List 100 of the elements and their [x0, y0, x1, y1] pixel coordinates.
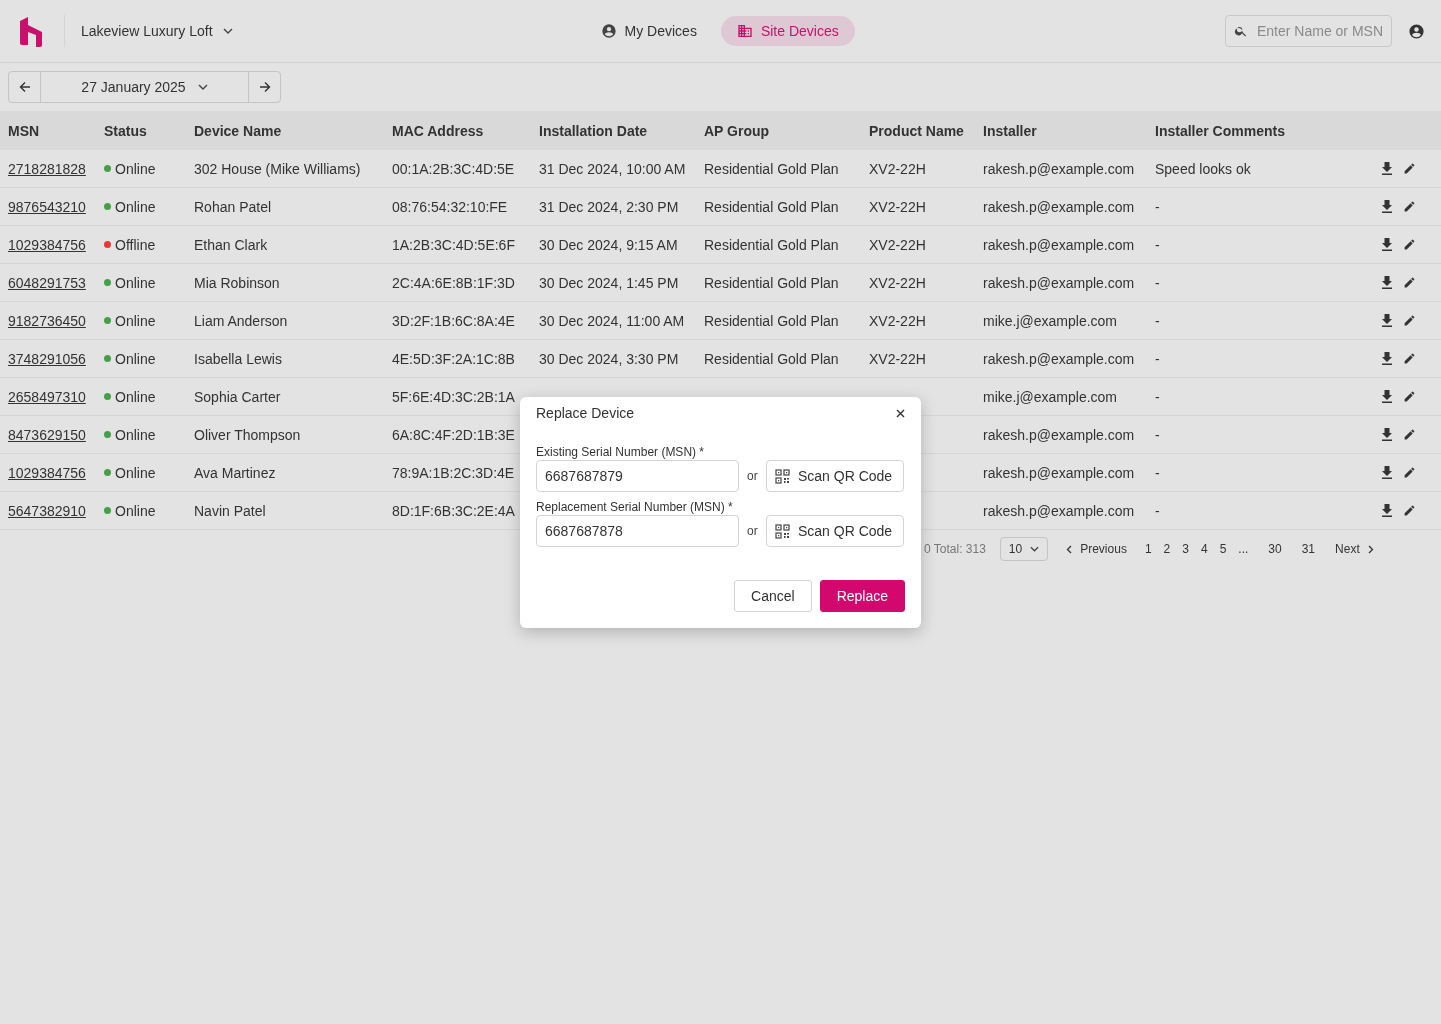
serial-number-field[interactable]: 6687687878	[536, 515, 739, 547]
table-cell-text: XV2-22H	[869, 236, 927, 253]
table-cell-text: -	[1155, 312, 1161, 329]
table-cell-text: Residential Gold Plan	[704, 274, 840, 291]
table-cell-text: -	[1155, 388, 1161, 405]
msn-link[interactable]: 2718281828	[8, 160, 86, 177]
table-cell-text: XV2-22H	[869, 274, 927, 291]
msn-link[interactable]: 3748291056	[8, 350, 86, 367]
table-cell-text: -	[1155, 426, 1161, 443]
table-cell-text: 30 Dec 2024, 11:00 AM	[539, 312, 686, 329]
table-cell-text: 8D:1F:6B:3C:2E:4A	[392, 502, 516, 519]
status-text: Online	[115, 274, 156, 291]
column-header: Status	[104, 122, 148, 139]
status-text: Online	[115, 464, 156, 481]
table-cell-text: Residential Gold Plan	[704, 160, 840, 177]
dialog-title: Replace Device	[536, 405, 635, 421]
scan-qr-button[interactable]: Scan QR Code	[766, 460, 904, 492]
table-cell-text: Navin Patel	[194, 502, 267, 519]
table-cell-text: rakesh.p@example.com	[983, 198, 1136, 215]
column-header: Installation Date	[539, 122, 649, 139]
status-text: Online	[115, 312, 156, 329]
table-cell-text: XV2-22H	[869, 198, 927, 215]
field-label: Replacement Serial Number (MSN) *	[536, 500, 734, 514]
table-cell-text: Liam Anderson	[194, 312, 289, 329]
table-cell-text: 302 House (Mike Williams)	[194, 160, 362, 177]
table-cell-text: -	[1155, 236, 1161, 253]
total-count: 0 Total: 313	[924, 542, 986, 556]
table-cell-text: 30 Dec 2024, 1:45 PM	[539, 274, 680, 291]
column-header: AP Group	[704, 122, 771, 139]
msn-link[interactable]: 1029384756	[8, 236, 86, 253]
table-cell-text: 5F:6E:4D:3C:2B:1A	[392, 388, 516, 405]
page-button[interactable]: 5	[1213, 542, 1233, 556]
field-label: Existing Serial Number (MSN) *	[536, 445, 706, 459]
page-button[interactable]: ...	[1232, 542, 1255, 556]
column-header: Product Name	[869, 122, 965, 139]
table-cell-text: -	[1155, 464, 1161, 481]
msn-link[interactable]: 5647382910	[8, 502, 86, 519]
table-cell-text: 00:1A:2B:3C:4D:5E	[392, 160, 516, 177]
page-button[interactable]: 31	[1295, 542, 1322, 556]
table-cell-text: 31 Dec 2024, 10:00 AM	[539, 160, 687, 177]
table-cell-text: 4E:5D:3F:2A:1C:8B	[392, 350, 516, 367]
table-cell-text: Ava Martinez	[194, 464, 277, 481]
page-button[interactable]: 2	[1157, 542, 1177, 556]
table-cell-text: 2C:4A:6E:8B:1F:3D	[392, 274, 516, 291]
msn-link[interactable]: 8473629150	[8, 426, 86, 443]
replace-button[interactable]: Replace	[819, 580, 905, 612]
search-field[interactable]: Enter Name or MSN	[1225, 15, 1392, 47]
msn-link[interactable]: 2658497310	[8, 388, 86, 405]
msn-link[interactable]: 9876543210	[8, 198, 86, 215]
page-button[interactable]: 30	[1262, 542, 1288, 556]
table-cell-text: XV2-22H	[869, 160, 927, 177]
table-cell-text: Isabella Lewis	[194, 350, 283, 367]
column-header: MSN	[8, 122, 41, 139]
table-cell-text: -	[1155, 502, 1161, 519]
cancel-button[interactable]: Cancel	[734, 580, 812, 612]
table-cell-text: 30 Dec 2024, 9:15 AM	[539, 236, 679, 253]
table-cell-text: Sophia Carter	[194, 388, 282, 405]
table-cell-text: 6A:8C:4F:2D:1B:3E	[392, 426, 516, 443]
page-button[interactable]: 1	[1138, 542, 1158, 556]
site-selector[interactable]: Lakeview Luxury Loft	[81, 23, 233, 39]
table-cell-text: Residential Gold Plan	[704, 312, 840, 329]
table-cell-text: -	[1155, 350, 1161, 367]
table-cell-text: 31 Dec 2024, 2:30 PM	[539, 198, 680, 215]
table-cell-text: 1A:2B:3C:4D:5E:6F	[392, 236, 516, 253]
table-cell-text: Residential Gold Plan	[704, 350, 840, 367]
msn-link[interactable]: 6048291753	[8, 274, 86, 291]
table-cell-text: 30 Dec 2024, 3:30 PM	[539, 350, 680, 367]
status-text: Online	[115, 426, 156, 443]
table-cell-text: mike.j@example.com	[983, 312, 1119, 329]
msn-link[interactable]: 9182736450	[8, 312, 86, 329]
table-cell-text: mike.j@example.com	[983, 388, 1119, 405]
status-text: Online	[115, 160, 156, 177]
table-cell-text: rakesh.p@example.com	[983, 502, 1136, 519]
table-cell-text: rakesh.p@example.com	[983, 160, 1136, 177]
page-button[interactable]: 3	[1176, 542, 1195, 556]
next-button[interactable]: Next	[1335, 542, 1374, 556]
table-cell-text: 78:9A:1B:2C:3D:4E	[392, 464, 516, 481]
table-cell-text: Oliver Thompson	[194, 426, 302, 443]
table-cell-text: 08:76:54:32:10:FE	[392, 198, 509, 215]
scan-qr-button[interactable]: Scan QR Code	[766, 515, 904, 547]
table-cell-text: Speed looks ok	[1155, 160, 1252, 177]
table-cell-text: rakesh.p@example.com	[983, 274, 1136, 291]
table-cell-text: XV2-22H	[869, 350, 927, 367]
page-button[interactable]: 4	[1194, 542, 1214, 556]
table-cell-text: Mia Robinson	[194, 274, 281, 291]
status-text: Online	[115, 198, 156, 215]
column-header: Installer	[983, 122, 1038, 139]
page-size-select[interactable]: 10	[999, 537, 1049, 561]
column-header: Installer Comments	[1155, 122, 1286, 139]
table-cell-text: Ethan Clark	[194, 236, 269, 253]
table-cell-text: 3D:2F:1B:6C:8A:4E	[392, 312, 516, 329]
serial-number-field[interactable]: 6687687879	[536, 460, 739, 492]
previous-button[interactable]: Previous	[1066, 542, 1127, 556]
table-cell-text: -	[1155, 274, 1161, 291]
msn-link[interactable]: 1029384756	[8, 464, 86, 481]
nav-tab[interactable]: Site Devices	[720, 16, 855, 46]
status-text: Online	[115, 502, 156, 519]
nav-tab[interactable]: My Devices	[584, 16, 713, 46]
table-cell-text: Residential Gold Plan	[704, 236, 840, 253]
status-text: Online	[115, 388, 156, 405]
